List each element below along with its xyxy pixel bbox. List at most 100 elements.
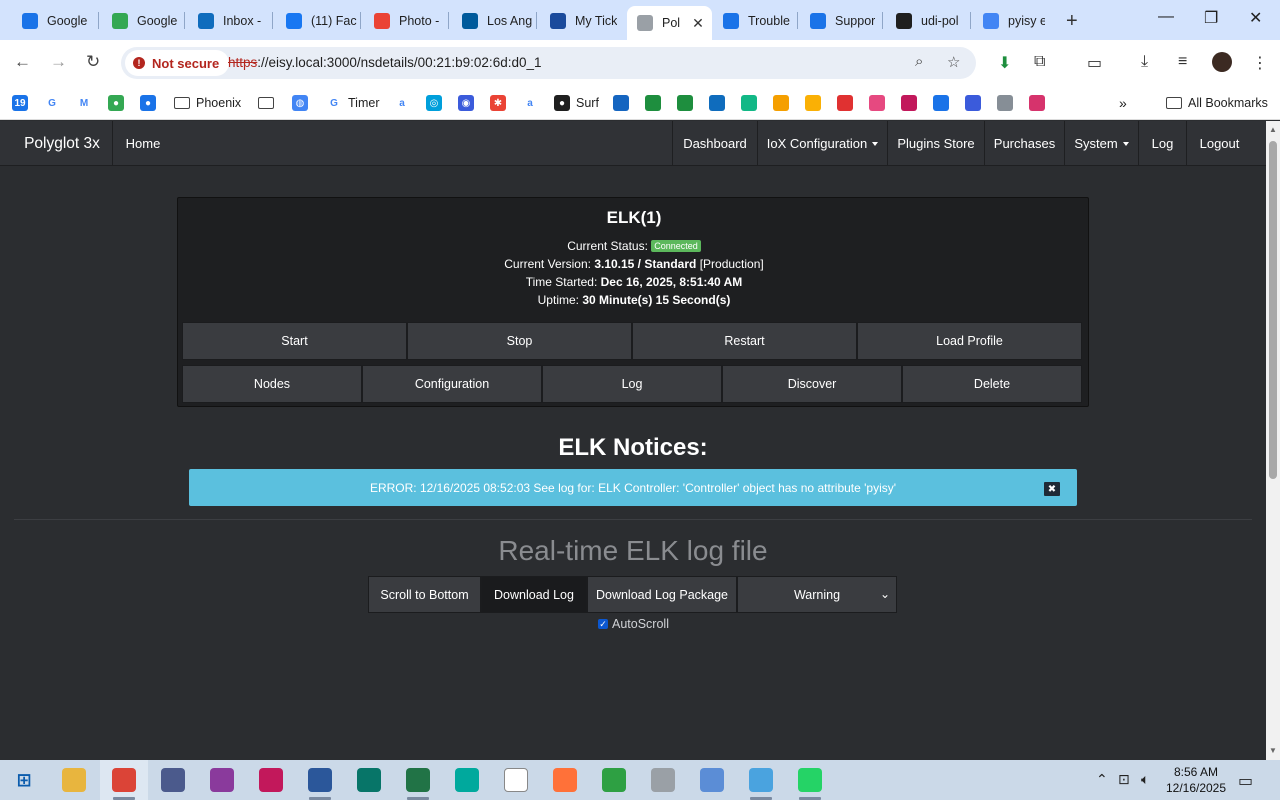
reload-icon[interactable]: ↻ — [86, 52, 100, 72]
new-tab-button[interactable]: + — [1066, 10, 1078, 33]
browser-tab[interactable]: My Tick — [540, 7, 622, 34]
bookmark-item[interactable]: ◍ — [292, 94, 314, 112]
whatsapp-icon[interactable] — [798, 768, 822, 792]
nav-purchases[interactable]: Purchases — [984, 121, 1064, 166]
delete-button[interactable]: Delete — [902, 365, 1082, 403]
page-scrollbar[interactable]: ▲ ▼ — [1266, 121, 1280, 760]
nav-home[interactable]: Home — [113, 121, 173, 166]
nav-logout[interactable]: Logout — [1186, 121, 1252, 166]
bookmark-star-icon[interactable]: ☆ — [947, 53, 960, 71]
extensions-icon[interactable]: ⧉ — [1034, 53, 1045, 71]
zoom-icon[interactable]: ⌕ — [915, 53, 923, 70]
browser-tab[interactable]: pyisy el — [973, 7, 1045, 34]
bookmark-icon[interactable] — [741, 94, 763, 112]
scroll-up-icon[interactable]: ▲ — [1269, 125, 1277, 134]
browser-tab[interactable]: Google — [12, 7, 96, 34]
volume-icon[interactable]: 🔈︎ — [1141, 771, 1149, 788]
notepad-icon[interactable] — [504, 768, 528, 792]
winrar-icon[interactable] — [210, 768, 234, 792]
stop-button[interactable]: Stop — [407, 322, 632, 360]
publisher-icon[interactable] — [357, 768, 381, 792]
browser-tab[interactable]: Los Ang — [452, 7, 534, 34]
browser-tab-active[interactable]: Pol ✕ — [627, 6, 712, 40]
file-explorer-icon[interactable] — [62, 768, 86, 792]
nav-log[interactable]: Log — [1138, 121, 1186, 166]
bookmark-item[interactable]: ◎ — [426, 94, 448, 112]
bookmark-icon[interactable] — [869, 94, 891, 112]
close-tab-icon[interactable]: ✕ — [692, 15, 704, 32]
app-icon[interactable] — [455, 768, 479, 792]
start-button[interactable]: Start — [182, 322, 407, 360]
bookmark-item[interactable]: ● — [108, 94, 130, 112]
address-bar[interactable]: ! Not secure https://eisy.local:3000/nsd… — [121, 47, 976, 79]
brand-link[interactable]: Polyglot 3x — [12, 121, 113, 166]
browser-tab[interactable]: Inbox - — [188, 7, 270, 34]
bookmark-item[interactable]: ✱ — [490, 94, 512, 112]
paint-icon[interactable] — [700, 768, 724, 792]
scrollbar-thumb[interactable] — [1269, 141, 1277, 479]
profile-avatar[interactable] — [1212, 52, 1232, 72]
nav-system[interactable]: System — [1064, 121, 1138, 166]
log-level-select[interactable]: Warning ⌄ — [737, 576, 897, 613]
minimize-icon[interactable]: — — [1158, 8, 1174, 26]
browser-tab[interactable]: udi-pol — [886, 7, 968, 34]
browser-tab[interactable]: Photo - — [364, 7, 446, 34]
not-secure-chip[interactable]: ! Not secure — [125, 50, 230, 76]
bookmark-item[interactable]: Phoenix — [174, 94, 241, 112]
bookmark-icon[interactable] — [837, 94, 859, 112]
bookmark-icon[interactable] — [933, 94, 955, 112]
browser-tab[interactable]: (11) Fac — [276, 7, 358, 34]
bookmark-icon[interactable] — [677, 94, 699, 112]
bookmark-item[interactable]: a — [394, 94, 416, 112]
log-button[interactable]: Log — [542, 365, 722, 403]
dismiss-notice-button[interactable]: ✖ — [1044, 482, 1060, 496]
bookmark-icon[interactable] — [645, 94, 667, 112]
browser-tab[interactable]: Google — [102, 7, 182, 34]
restart-button[interactable]: Restart — [632, 322, 857, 360]
checkbox-checked-icon[interactable]: ✓ — [598, 619, 608, 629]
nav-dashboard[interactable]: Dashboard — [672, 121, 757, 166]
bookmark-item[interactable]: ● — [140, 94, 162, 112]
excel-icon[interactable] — [406, 768, 430, 792]
bookmark-icon[interactable] — [613, 94, 635, 112]
app-icon[interactable] — [161, 768, 185, 792]
browser-tab[interactable]: Trouble — [713, 7, 795, 34]
bookmark-item[interactable]: M — [76, 94, 98, 112]
download-extension-icon[interactable]: ⬇ — [998, 53, 1011, 73]
media-icon[interactable]: ≡ — [1178, 53, 1187, 71]
firefox-icon[interactable] — [553, 768, 577, 792]
bookmark-item[interactable] — [258, 94, 280, 112]
autoscroll-toggle[interactable]: ✓ AutoScroll — [598, 617, 669, 631]
network-icon[interactable]: ⊡ — [1118, 771, 1130, 788]
app-icon[interactable] — [602, 768, 626, 792]
forward-icon[interactable]: → — [50, 52, 67, 72]
bookmark-icon[interactable] — [997, 94, 1019, 112]
discover-button[interactable]: Discover — [722, 365, 902, 403]
notifications-icon[interactable]: ▭ — [1238, 771, 1253, 791]
back-icon[interactable]: ← — [14, 52, 31, 72]
download-log-button[interactable]: Download Log — [481, 576, 587, 613]
bookmark-icon[interactable] — [1029, 94, 1051, 112]
bookmark-item[interactable]: 19 — [12, 94, 34, 112]
nav-plugins-store[interactable]: Plugins Store — [887, 121, 984, 166]
windows-start-icon[interactable]: ⊞ — [12, 768, 36, 792]
bookmark-icon[interactable] — [773, 94, 795, 112]
bookmark-icon[interactable] — [901, 94, 923, 112]
bookmark-item[interactable]: ● Surf — [554, 94, 599, 112]
nodes-button[interactable]: Nodes — [182, 365, 362, 403]
downloads-icon[interactable]: ⤓ — [1141, 53, 1148, 71]
chrome-icon[interactable] — [112, 768, 136, 792]
bookmark-icon[interactable] — [709, 94, 731, 112]
clock-app-icon[interactable] — [651, 768, 675, 792]
pdf-editor-icon[interactable] — [259, 768, 283, 792]
close-window-icon[interactable]: ✕ — [1249, 8, 1262, 28]
nav-iox-configuration[interactable]: IoX Configuration — [757, 121, 887, 166]
more-bookmarks-icon[interactable]: » — [1119, 94, 1127, 112]
download-log-package-button[interactable]: Download Log Package — [587, 576, 737, 613]
scroll-to-bottom-button[interactable]: Scroll to Bottom — [368, 576, 481, 613]
bookmark-icon[interactable] — [965, 94, 987, 112]
bookmark-item[interactable]: G Timer — [326, 94, 379, 112]
show-hidden-icons[interactable]: ⌃ — [1096, 771, 1108, 788]
bookmark-icon[interactable] — [805, 94, 827, 112]
bookmark-item[interactable]: a — [522, 94, 544, 112]
